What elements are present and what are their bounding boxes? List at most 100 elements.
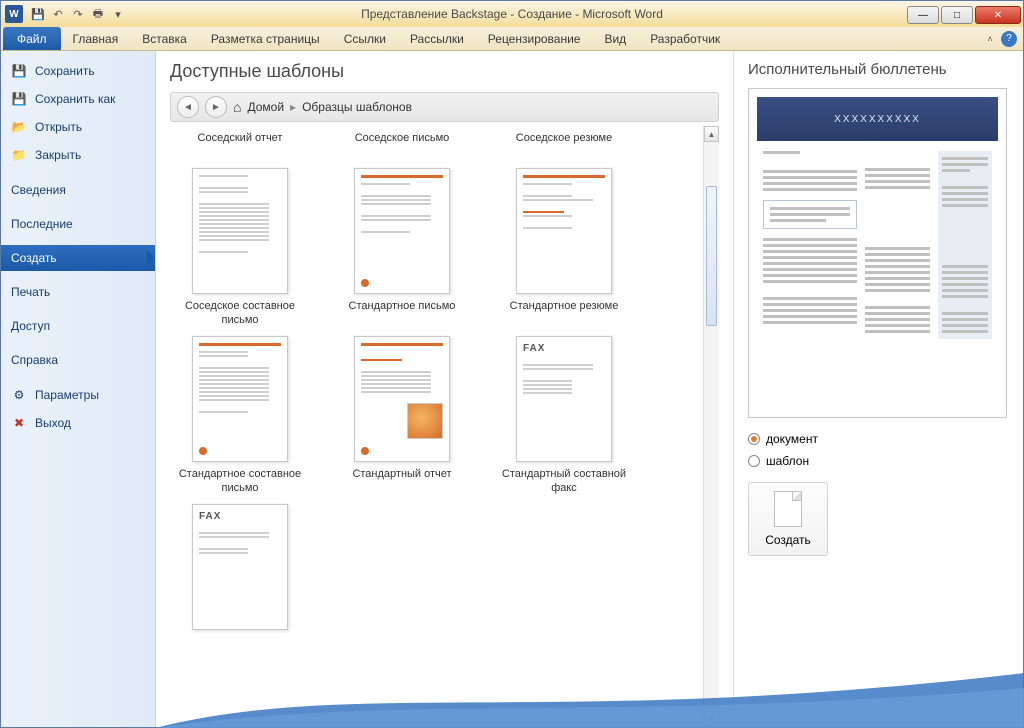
scroll-down-icon[interactable]: ▼: [704, 711, 719, 727]
qat-dropdown-icon[interactable]: ▾: [109, 5, 127, 23]
tab-developer[interactable]: Разработчик: [638, 27, 732, 50]
template-item[interactable]: Соседское составное письмо: [170, 168, 310, 328]
template-thumbnail[interactable]: [516, 168, 612, 294]
create-button-label: Создать: [765, 533, 811, 547]
scrollbar[interactable]: ▲ ▼: [703, 126, 719, 727]
tab-review[interactable]: Рецензирование: [476, 27, 593, 50]
create-as-radios: документ шаблон: [748, 432, 1007, 468]
main-area: Доступные шаблоны ◄ ► ⌂ Домой ▸ Образцы …: [156, 51, 1023, 727]
undo-icon[interactable]: ↶: [49, 5, 67, 23]
template-item[interactable]: Соседское письмо: [332, 126, 472, 160]
ribbon-minimize-icon[interactable]: ˄: [983, 32, 997, 46]
template-label: Стандартное составное письмо: [170, 468, 310, 496]
radio-on-icon: [748, 433, 760, 445]
help-icon[interactable]: ?: [1001, 31, 1017, 47]
save-icon: 💾: [11, 63, 27, 79]
radio-document[interactable]: документ: [748, 432, 1007, 446]
breadcrumb-current[interactable]: Образцы шаблонов: [302, 100, 412, 114]
sidebar-share-label: Доступ: [11, 319, 50, 333]
sidebar-save-label: Сохранить: [35, 64, 95, 78]
sidebar-close[interactable]: 📁Закрыть: [1, 141, 155, 169]
sidebar-close-label: Закрыть: [35, 148, 81, 162]
sidebar-new[interactable]: Создать: [1, 245, 155, 271]
options-icon: ⚙: [11, 387, 27, 403]
exit-icon: ✖: [11, 415, 27, 431]
template-item[interactable]: FAX Стандартный составной факс: [494, 336, 634, 496]
saveas-icon: 💾: [11, 91, 27, 107]
tab-home[interactable]: Главная: [61, 27, 131, 50]
nav-back-button[interactable]: ◄: [177, 96, 199, 118]
print-icon[interactable]: 🖶: [89, 5, 107, 23]
sidebar-recent-label: Последние: [11, 217, 73, 231]
sidebar-options-label: Параметры: [35, 388, 99, 402]
template-label: Стандартный составной факс: [494, 468, 634, 496]
sidebar-info[interactable]: Сведения: [1, 177, 155, 203]
template-item[interactable]: Стандартное составное письмо: [170, 336, 310, 496]
window-title: Представление Backstage - Создание - Mic…: [361, 7, 663, 21]
tab-file[interactable]: Файл: [3, 27, 61, 50]
radio-off-icon: [748, 455, 760, 467]
template-label: Стандартное письмо: [349, 300, 456, 328]
template-label: Соседский отчет: [198, 132, 283, 160]
template-thumbnail[interactable]: FAX: [192, 504, 288, 630]
sidebar-help-label: Справка: [11, 353, 58, 367]
tab-view[interactable]: Вид: [592, 27, 638, 50]
template-item[interactable]: Соседский отчет: [170, 126, 310, 160]
word-app-icon[interactable]: W: [5, 5, 23, 23]
minimize-button[interactable]: —: [907, 6, 939, 24]
template-thumbnail[interactable]: [354, 336, 450, 462]
tab-insert[interactable]: Вставка: [130, 27, 199, 50]
template-thumbnail[interactable]: [354, 168, 450, 294]
scroll-up-icon[interactable]: ▲: [704, 126, 719, 142]
template-label: Соседское составное письмо: [170, 300, 310, 328]
sidebar-open[interactable]: 📂Открыть: [1, 113, 155, 141]
breadcrumb-home[interactable]: Домой: [247, 100, 284, 114]
backstage-sidebar: 💾 Сохранить 💾 Сохранить как 📂Открыть 📁Закр…: [1, 51, 156, 727]
radio-template-label: шаблон: [766, 454, 809, 468]
ribbon-tabs: Файл Главная Вставка Разметка страницы С…: [1, 27, 1023, 51]
sidebar-open-label: Открыть: [35, 120, 82, 134]
template-item[interactable]: Стандартное письмо: [332, 168, 472, 328]
home-icon[interactable]: ⌂: [233, 99, 241, 115]
template-item[interactable]: Стандартный отчет: [332, 336, 472, 496]
backstage-body: 💾 Сохранить 💾 Сохранить как 📂Открыть 📁Закр…: [1, 51, 1023, 727]
templates-scroll[interactable]: Соседский отчет Соседское письмо Соседское…: [170, 126, 719, 727]
preview-banner: XXXXXXXXXX: [757, 97, 998, 141]
app-window: W 💾 ↶ ↷ 🖶 ▾ Представление Backstage - Со…: [0, 0, 1024, 728]
template-thumbnail[interactable]: [192, 168, 288, 294]
preview-title: Исполнительный бюллетень: [748, 61, 1007, 78]
save-icon[interactable]: 💾: [29, 5, 47, 23]
sidebar-save[interactable]: 💾 Сохранить: [1, 57, 155, 85]
template-item[interactable]: Стандартное резюме: [494, 168, 634, 328]
sidebar-share[interactable]: Доступ: [1, 313, 155, 339]
tab-references[interactable]: Ссылки: [332, 27, 398, 50]
template-preview: XXXXXXXXXX: [748, 88, 1007, 418]
template-item[interactable]: Соседское резюме: [494, 126, 634, 160]
sidebar-exit[interactable]: ✖ Выход: [1, 409, 155, 437]
create-button[interactable]: Создать: [748, 482, 828, 556]
sidebar-recent[interactable]: Последние: [1, 211, 155, 237]
sidebar-print[interactable]: Печать: [1, 279, 155, 305]
template-thumbnail[interactable]: [192, 336, 288, 462]
redo-icon[interactable]: ↷: [69, 5, 87, 23]
breadcrumb-bar: ◄ ► ⌂ Домой ▸ Образцы шаблонов: [170, 92, 719, 122]
window-controls: — □ ✕: [907, 4, 1023, 24]
close-button[interactable]: ✕: [975, 6, 1021, 24]
sidebar-exit-label: Выход: [35, 416, 71, 430]
tab-layout[interactable]: Разметка страницы: [199, 27, 332, 50]
titlebar: W 💾 ↶ ↷ 🖶 ▾ Представление Backstage - Со…: [1, 1, 1023, 27]
sidebar-help[interactable]: Справка: [1, 347, 155, 373]
sidebar-options[interactable]: ⚙ Параметры: [1, 381, 155, 409]
maximize-button[interactable]: □: [941, 6, 973, 24]
sidebar-saveas-label: Сохранить как: [35, 92, 115, 106]
template-item[interactable]: FAX: [170, 504, 310, 664]
new-page-icon: [774, 491, 802, 527]
template-thumbnail[interactable]: FAX: [516, 336, 612, 462]
radio-template[interactable]: шаблон: [748, 454, 1007, 468]
center-panel: Доступные шаблоны ◄ ► ⌂ Домой ▸ Образцы …: [156, 51, 733, 727]
template-label: Стандартный отчет: [352, 468, 451, 496]
nav-forward-button[interactable]: ►: [205, 96, 227, 118]
scroll-thumb[interactable]: [706, 186, 717, 326]
tab-mailings[interactable]: Рассылки: [398, 27, 476, 50]
sidebar-saveas[interactable]: 💾 Сохранить как: [1, 85, 155, 113]
